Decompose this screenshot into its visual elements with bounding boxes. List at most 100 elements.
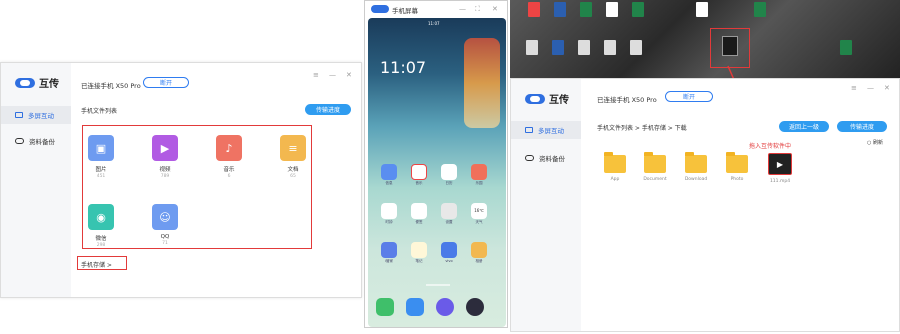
- disconnect-button[interactable]: 断开: [665, 91, 713, 102]
- category-music[interactable]: ♪ 音乐 6: [207, 135, 251, 179]
- folder-name: Download: [684, 177, 708, 182]
- section-title: 手机文件列表: [81, 108, 118, 115]
- settings-icon: [441, 203, 457, 219]
- transfer-progress-button[interactable]: 传输进度: [837, 121, 887, 132]
- phone-screen[interactable]: 11:07 11:07 信息 音乐 日历 乐园 时钟 便签 设置 16℃ 天气 i…: [368, 18, 506, 327]
- monitor-icon: [15, 112, 23, 118]
- clock-icon: [381, 203, 397, 219]
- document-icon: ≡: [280, 135, 306, 161]
- word-icon[interactable]: [554, 2, 566, 17]
- logo-icon: [525, 93, 545, 104]
- cloud-icon: [15, 138, 24, 144]
- category-count: 298: [96, 243, 106, 248]
- file-name: 111.mp4: [769, 179, 791, 184]
- breadcrumb[interactable]: 手机文件列表 > 手机存储 > 下载: [597, 123, 687, 132]
- brand: 互传: [15, 75, 59, 90]
- menu-icon[interactable]: ≡: [313, 71, 319, 79]
- app-memo[interactable]: 笔记: [408, 242, 430, 264]
- fullscreen-icon[interactable]: ⛶: [475, 5, 480, 14]
- sidebar-item-multiscreen[interactable]: 多屏互动: [511, 121, 581, 139]
- disconnect-button[interactable]: 断开: [143, 77, 189, 88]
- wallpaper-phone-graphic: [464, 38, 500, 128]
- folder-item[interactable]: Document: [635, 152, 675, 182]
- app-store[interactable]: 乐园: [468, 164, 490, 186]
- image-icon: ▣: [88, 135, 114, 161]
- app-notes[interactable]: 便签: [408, 203, 430, 225]
- refresh-control[interactable]: ○ 刷新: [867, 139, 883, 146]
- app-calendar[interactable]: 日历: [438, 164, 460, 186]
- wechat-icon: ◉: [88, 204, 114, 230]
- folder-item[interactable]: Photo: [717, 152, 757, 182]
- file-icon[interactable]: [578, 40, 590, 55]
- category-wechat[interactable]: ◉ 微信 298: [79, 204, 123, 248]
- minimize-icon[interactable]: —: [459, 5, 466, 13]
- app-gallery[interactable]: 相册: [468, 242, 490, 264]
- word-icon[interactable]: [552, 40, 564, 55]
- category-video[interactable]: ▶ 视频 789: [143, 135, 187, 179]
- file-icon[interactable]: [606, 2, 618, 17]
- app-label: 乐园: [475, 181, 483, 185]
- minimize-icon[interactable]: —: [867, 84, 874, 92]
- file-icon[interactable]: [528, 2, 540, 17]
- file-icon[interactable]: [526, 40, 538, 55]
- left-sidebar: 互传 多屏互动 资料备份: [1, 63, 71, 297]
- monitor-icon: [525, 127, 533, 133]
- phone-icon[interactable]: [376, 298, 394, 316]
- app-clock[interactable]: 时钟: [378, 203, 400, 225]
- video-file-icon[interactable]: [722, 36, 738, 56]
- refresh-label: 刷新: [872, 140, 883, 146]
- app-messages[interactable]: 信息: [378, 164, 400, 186]
- minimize-icon[interactable]: —: [329, 71, 336, 79]
- close-icon[interactable]: ✕: [492, 5, 498, 13]
- excel-icon[interactable]: [580, 2, 592, 17]
- close-icon[interactable]: ✕: [346, 71, 352, 79]
- back-button[interactable]: 返回上一级: [779, 121, 829, 132]
- video-file-item[interactable]: ▶ 111.mp4: [760, 153, 800, 184]
- category-qq[interactable]: ☺ QQ 71: [143, 204, 187, 246]
- folder-item[interactable]: App: [595, 152, 635, 182]
- file-icon[interactable]: [696, 2, 708, 17]
- app-settings[interactable]: 设置: [438, 203, 460, 225]
- app-label: vivo: [445, 259, 453, 263]
- folder-name: Photo: [730, 177, 744, 182]
- sidebar-item-multiscreen[interactable]: 多屏互动: [1, 106, 71, 124]
- folder-item[interactable]: Download: [676, 152, 716, 182]
- app-music[interactable]: 音乐: [408, 164, 430, 186]
- excel-icon[interactable]: [632, 2, 644, 17]
- cloud-icon: [525, 155, 534, 161]
- app-label: 设置: [445, 220, 453, 224]
- close-icon[interactable]: ✕: [884, 84, 890, 92]
- window-title: 手机屏幕: [392, 7, 418, 15]
- sidebar-item-backup[interactable]: 资料备份: [1, 132, 71, 150]
- weather-icon: 16℃: [471, 203, 487, 219]
- menu-icon[interactable]: ≡: [851, 84, 857, 92]
- file-icon[interactable]: [630, 40, 642, 55]
- folder-name: Document: [643, 177, 667, 182]
- folder-icon: [726, 152, 748, 173]
- transfer-progress-button[interactable]: 传输进度: [305, 104, 351, 115]
- store-icon: [471, 164, 487, 180]
- app-manager[interactable]: i管家: [378, 242, 400, 264]
- category-document[interactable]: ≡ 文档 65: [271, 135, 315, 179]
- app-label: 信息: [385, 181, 393, 185]
- file-icon[interactable]: [604, 40, 616, 55]
- phone-storage-link[interactable]: 手机存储 >: [81, 260, 112, 269]
- category-name: 文档: [287, 167, 299, 173]
- category-image[interactable]: ▣ 图片 451: [79, 135, 123, 179]
- right-sidebar: 互传 多屏互动 资料备份: [511, 79, 581, 331]
- app-weather[interactable]: 16℃ 天气: [468, 203, 490, 225]
- sidebar-item-backup[interactable]: 资料备份: [511, 149, 581, 167]
- play-icon: ▶: [768, 153, 792, 175]
- excel-icon[interactable]: [754, 2, 766, 17]
- chat-icon[interactable]: [406, 298, 424, 316]
- excel-icon[interactable]: [840, 40, 852, 55]
- app-vivo[interactable]: vivo: [438, 242, 460, 263]
- music-icon: [411, 164, 427, 180]
- category-count: 65: [290, 174, 296, 179]
- lock-clock: 11:07: [380, 58, 427, 77]
- browser-icon[interactable]: [436, 298, 454, 316]
- gallery-icon: [471, 242, 487, 258]
- camera-icon[interactable]: [466, 298, 484, 316]
- brand-name: 互传: [549, 95, 569, 106]
- app-label: 便签: [415, 220, 423, 224]
